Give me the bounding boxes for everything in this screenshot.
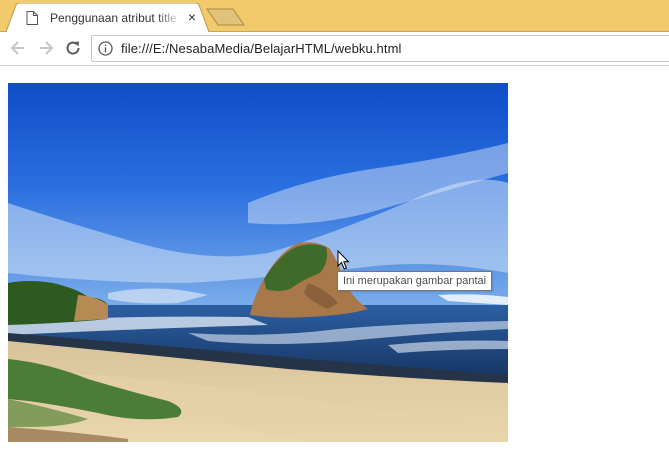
back-arrow-icon[interactable] [8, 38, 28, 58]
mouse-cursor-icon [337, 250, 350, 270]
info-icon[interactable] [98, 41, 113, 56]
address-bar[interactable]: file:///E:/NesabaMedia/BelajarHTML/webku… [91, 35, 669, 62]
browser-toolbar: file:///E:/NesabaMedia/BelajarHTML/webku… [0, 32, 669, 66]
tab-strip: Penggunaan atribut title × [0, 0, 669, 32]
image-title-tooltip: Ini merupakan gambar pantai [337, 271, 493, 291]
beach-image-graphic [8, 83, 508, 442]
reload-icon[interactable] [63, 38, 83, 58]
document-icon [26, 11, 38, 25]
url-text[interactable]: file:///E:/NesabaMedia/BelajarHTML/webku… [121, 41, 402, 56]
tab-close-button[interactable]: × [185, 9, 199, 25]
new-tab-button[interactable] [206, 8, 246, 26]
forward-arrow-icon[interactable] [36, 38, 56, 58]
tab-title-fade [156, 7, 182, 29]
tab-active[interactable]: Penggunaan atribut title × [6, 3, 209, 32]
beach-image [8, 83, 508, 442]
